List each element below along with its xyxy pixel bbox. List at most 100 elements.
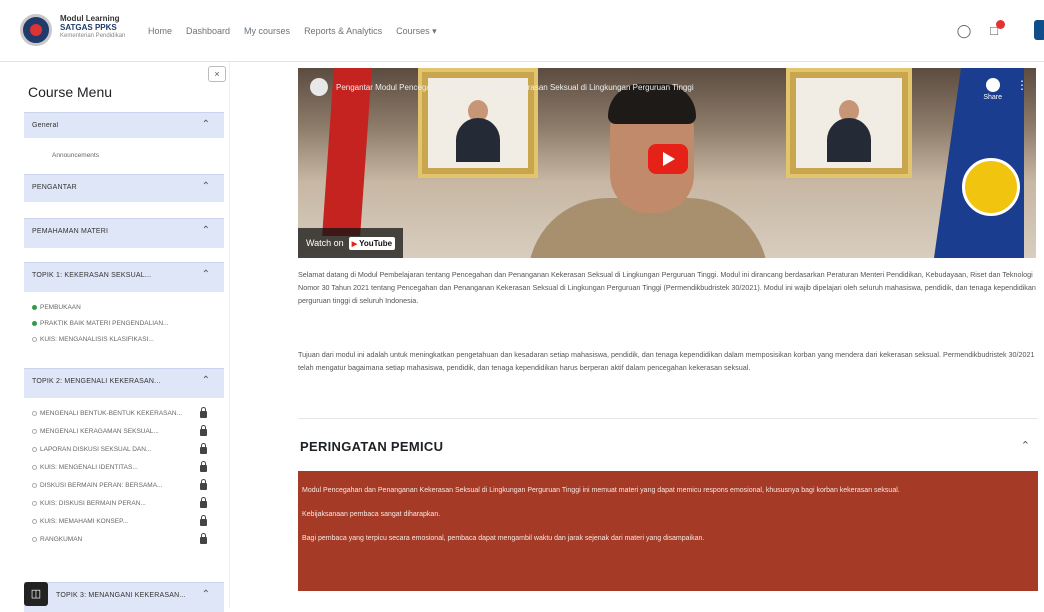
youtube-logo: YouTube [348, 236, 396, 250]
list-item-label: PRAKTIK BAIK MATERI PENGENDALIAN... [40, 320, 169, 327]
list-item-label: LAPORAN DISKUSI SEKSUAL DAN... [40, 446, 152, 453]
list-item[interactable]: MENGENALI KERAGAMAN SEKSUAL... [32, 428, 159, 435]
play-button[interactable] [648, 144, 688, 174]
section-general-items: Announcements [24, 138, 224, 174]
chevron-down-icon: ▾ [432, 26, 437, 36]
brand-line-2: SATGAS PPKS [60, 23, 117, 32]
chevron-up-icon[interactable]: ⌃ [202, 269, 210, 280]
nav-reports[interactable]: Reports & Analytics [304, 26, 382, 37]
lock-icon [200, 497, 207, 508]
circle-icon [32, 410, 37, 416]
bell-icon[interactable]: ◯ [955, 22, 973, 40]
circle-icon [32, 536, 37, 542]
chevron-up-icon[interactable]: ⌃ [202, 119, 210, 130]
list-item[interactable]: KUIS: MENGANALISIS KLASIFIKASI... [32, 336, 154, 343]
nav-my-courses[interactable]: My courses [244, 26, 290, 37]
section-topik-2[interactable]: TOPIK 2: MENGENALI KEKERASAN... ⌃ [24, 368, 224, 398]
brand-text: Modul Learning SATGAS PPKS Kementerian P… [60, 14, 125, 41]
section-topik-1-items: PEMBUKAAN PRAKTIK BAIK MATERI PENGENDALI… [24, 292, 224, 366]
list-item[interactable]: MENGENALI BENTUK-BENTUK KEKERASAN... [32, 410, 182, 417]
list-item-label: KUIS: DISKUSI BERMAIN PERAN... [40, 500, 146, 507]
share-button[interactable]: Share [983, 78, 1002, 101]
list-item-label: KUIS: MENGANALISIS KLASIFIKASI... [40, 336, 154, 343]
chevron-up-icon[interactable]: ⌃ [202, 225, 210, 236]
circle-icon [32, 500, 37, 506]
course-menu-title: Course Menu [28, 84, 113, 100]
check-dot-icon [32, 304, 37, 310]
list-item[interactable]: KUIS: MENGENALI IDENTITAS... [32, 464, 138, 471]
section-pengantar[interactable]: PENGANTAR ⌃ [24, 174, 224, 202]
channel-avatar[interactable] [310, 78, 328, 96]
chevron-up-icon[interactable]: ⌃ [202, 589, 210, 600]
youtube-video-embed[interactable]: Pengantar Modul Pencegahan dan Penangana… [298, 68, 1036, 258]
list-item-label: MENGENALI KERAGAMAN SEKSUAL... [40, 428, 159, 435]
notification-badge [996, 20, 1005, 29]
video-title-bar[interactable]: Pengantar Modul Pencegahan dan Penangana… [310, 78, 694, 96]
section-topik-1[interactable]: TOPIK 1: KEKERASAN SEKSUAL... ⌃ [24, 262, 224, 292]
top-navbar: Modul Learning SATGAS PPKS Kementerian P… [0, 0, 1044, 62]
chevron-up-icon[interactable]: ⌃ [202, 375, 210, 386]
lock-icon [200, 443, 207, 454]
list-item[interactable]: LAPORAN DISKUSI SEKSUAL DAN... [32, 446, 151, 453]
list-item[interactable]: KUIS: DISKUSI BERMAIN PERAN... [32, 500, 146, 507]
list-item[interactable]: KUIS: MEMAHAMI KONSEP... [32, 518, 128, 525]
section-label: TOPIK 1: KEKERASAN SEKSUAL... [32, 272, 152, 279]
lock-icon [200, 425, 207, 436]
drawer-toggle-button[interactable]: ◫ [24, 582, 48, 606]
alert-line-3: Bagi pembaca yang terpicu secara emosion… [302, 535, 705, 542]
nav-dashboard[interactable]: Dashboard [186, 26, 230, 37]
section-pemahaman[interactable]: PEMAHAMAN MATERI ⌃ [24, 218, 224, 248]
list-item-label: DISKUSI BERMAIN PERAN: BERSAMA... [40, 482, 163, 489]
speaker [528, 84, 768, 258]
section-label: TOPIK 2: MENGENALI KEKERASAN... [32, 378, 161, 385]
list-item[interactable]: Announcements [52, 152, 99, 159]
nav-courses-label: Courses [396, 26, 430, 36]
nav-courses[interactable]: Courses ▾ [396, 26, 437, 37]
trigger-warning-card: PERINGATAN PEMICU ⌃ Modul Pencegahan dan… [298, 418, 1038, 608]
chevron-up-icon[interactable]: ⌃ [1021, 439, 1030, 452]
nav-home[interactable]: Home [148, 26, 172, 37]
site-logo[interactable] [20, 14, 52, 46]
list-item[interactable]: DISKUSI BERMAIN PERAN: BERSAMA... [32, 482, 162, 489]
circle-icon [32, 482, 37, 488]
intro-paragraph-2: Tujuan dari modul ini adalah untuk menin… [298, 350, 1035, 372]
section-label: General [32, 122, 59, 129]
trigger-warning-alert: Modul Pencegahan dan Penanganan Kekerasa… [298, 471, 1038, 591]
emblem-icon [962, 158, 1020, 216]
course-menu-sidebar: Course Menu × General ⌃ Announcements PE… [20, 62, 230, 612]
watch-on-youtube-button[interactable]: Watch on YouTube [298, 228, 404, 258]
circle-icon [32, 428, 37, 434]
brand-line-3: Kementerian Pendidikan [60, 33, 126, 39]
share-icon [985, 78, 1000, 92]
intro-paragraph-1: Selamat datang di Modul Pembelajaran ten… [298, 270, 1036, 305]
list-item[interactable]: PRAKTIK BAIK MATERI PENGENDALIAN... [32, 320, 168, 327]
lock-icon [200, 407, 207, 418]
brand-line-1: Modul Learning [60, 14, 120, 23]
list-item-label: KUIS: MEMAHAMI KONSEP... [40, 518, 129, 525]
list-item-label: MENGENALI BENTUK-BENTUK KEKERASAN... [40, 410, 182, 417]
list-item[interactable]: RANGKUMAN [32, 536, 82, 543]
circle-icon [32, 464, 37, 470]
primary-nav: Home Dashboard My courses Reports & Anal… [148, 26, 437, 37]
section-label: PENGANTAR [32, 184, 77, 191]
check-dot-icon [32, 320, 37, 326]
portrait-frame-right [786, 68, 912, 178]
section-label: PEMAHAMAN MATERI [32, 228, 109, 235]
list-item-label: RANGKUMAN [40, 536, 83, 543]
close-drawer-button[interactable]: × [208, 66, 226, 82]
section-label: TOPIK 3: MENANGANI KEKERASAN... [56, 592, 186, 599]
list-item[interactable]: PEMBUKAAN [32, 304, 81, 311]
circle-icon [32, 446, 37, 452]
lock-icon [200, 479, 207, 490]
more-options-icon[interactable]: ⋮ [1016, 78, 1028, 92]
section-general[interactable]: General ⌃ [24, 112, 224, 138]
alert-line-1: Modul Pencegahan dan Penanganan Kekerasa… [302, 487, 900, 494]
share-label: Share [983, 94, 1002, 101]
list-item-label: PEMBUKAAN [40, 304, 81, 311]
user-menu-avatar[interactable] [1034, 20, 1044, 40]
trigger-warning-title: PERINGATAN PEMICU [300, 439, 444, 454]
chevron-up-icon[interactable]: ⌃ [202, 181, 210, 192]
video-title[interactable]: Pengantar Modul Pencegahan dan Penangana… [336, 83, 694, 92]
circle-icon [32, 518, 37, 524]
watch-on-label: Watch on [306, 238, 344, 248]
